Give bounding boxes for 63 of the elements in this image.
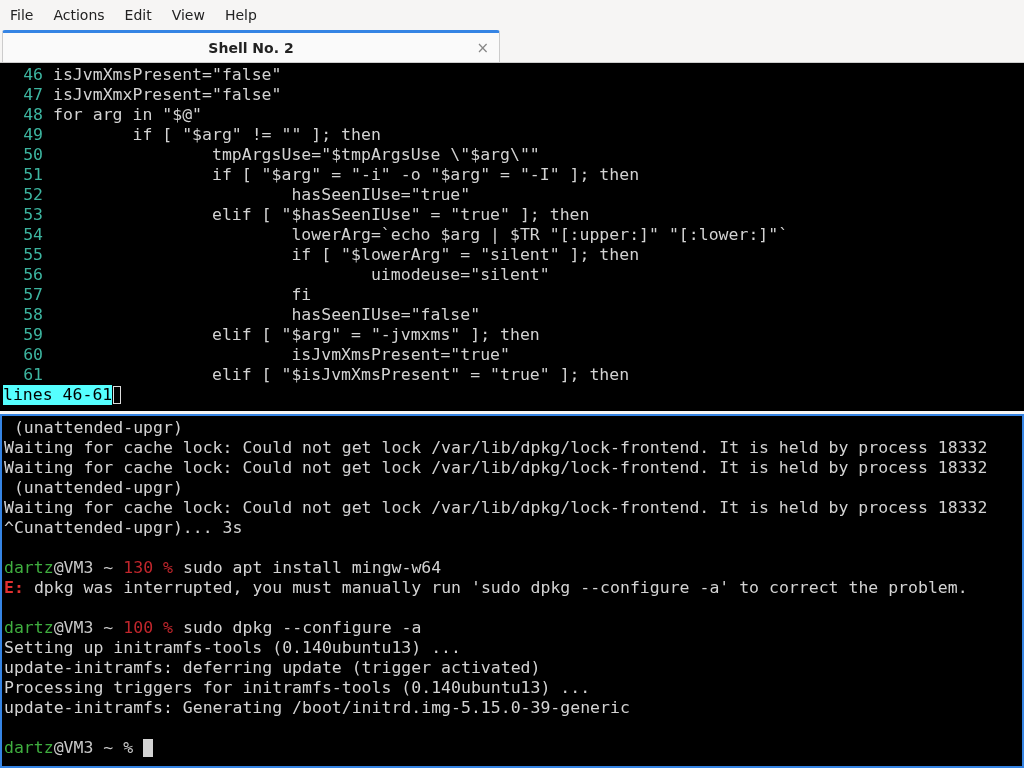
output-line: Waiting for cache lock: Could not get lock /var/lib/dpkg/lock-frontend. It is held by process 18332 (4, 438, 988, 458)
prompt-host: @VM3 ~ (53, 558, 114, 578)
prompt-symbol: % (123, 738, 134, 758)
output-line: (unattended-upgr) (12, 418, 183, 438)
line-number: 47 (22, 85, 43, 105)
menu-item[interactable]: View (171, 7, 205, 23)
code-line: fi (290, 285, 312, 305)
line-number: 56 (22, 265, 43, 285)
code-line: hasSeenIUse="true" (290, 185, 471, 205)
prompt-host: @VM3 ~ (53, 618, 114, 638)
prompt-user: dartz (4, 618, 54, 638)
line-number: 48 (22, 105, 43, 125)
code-line: hasSeenIUse="false" (290, 305, 481, 325)
output-line: Waiting for cache lock: Could not get lock /var/lib/dpkg/lock-frontend. It is held by process 18332 (4, 498, 988, 518)
code-line: tmpArgsUse="$tmpArgsUse \"$arg\"" (210, 145, 540, 165)
menu-item[interactable]: Help (224, 7, 257, 23)
menu-item[interactable]: Actions (53, 7, 105, 23)
pager-status: lines 46-61 (3, 385, 113, 405)
code-line: if [ "$lowerArg" = "silent" ]; then (290, 245, 640, 265)
line-number: 51 (22, 165, 43, 185)
line-number: 50 (22, 145, 43, 165)
code-line: elif [ "$isJvmXmsPresent" = "true" ]; then (210, 365, 630, 385)
output-line: Waiting for cache lock: Could not get lock /var/lib/dpkg/lock-frontend. It is held by process 18332 (4, 458, 988, 478)
code-line: uimodeuse="silent" (369, 265, 550, 285)
code-line: elif [ "$arg" = "-jvmxms" ]; then (210, 325, 540, 345)
line-number: 55 (22, 245, 43, 265)
output-line: update-initramfs: Generating /boot/initrd.img-5.15.0-39-generic (4, 698, 630, 718)
line-number: 59 (22, 325, 43, 345)
command-text: sudo dpkg --configure -a (182, 618, 422, 638)
output-line: ^Cunattended-upgr)... 3s (4, 518, 243, 538)
prompt-user: dartz (4, 738, 54, 758)
output-line: update-initramfs: deferring update (trigger activated) (4, 658, 541, 678)
code-line: if [ "$arg" != "" ]; then (131, 125, 381, 145)
code-line: if [ "$arg" = "-i" -o "$arg" = "-I" ]; then (210, 165, 640, 185)
code-line: isJvmXmxPresent="false" (53, 85, 282, 105)
output-line: (unattended-upgr) (12, 478, 183, 498)
menu-item[interactable]: Edit (124, 7, 152, 23)
command-text: sudo apt install mingw-w64 (182, 558, 442, 578)
error-tag: E: (4, 578, 24, 598)
line-number: 58 (22, 305, 43, 325)
terminal-tab[interactable]: Shell No. 2 × (2, 30, 500, 62)
menu-item[interactable]: File (10, 7, 34, 23)
code-line: for arg in "$@" (53, 105, 202, 125)
line-number: 60 (22, 345, 43, 365)
line-number: 54 (22, 225, 43, 245)
line-number: 53 (22, 205, 43, 225)
line-number: 52 (22, 185, 43, 205)
prompt-host: @VM3 ~ (53, 738, 114, 758)
exit-status: 100 % (123, 618, 173, 638)
line-number: 57 (22, 285, 43, 305)
text-cursor (113, 386, 122, 404)
code-line: elif [ "$hasSeenIUse" = "true" ]; then (210, 205, 590, 225)
code-line: isJvmXmsPresent="false" (53, 65, 282, 85)
output-line: Processing triggers for initramfs-tools (0.140ubuntu13) ... (4, 678, 591, 698)
line-number: 46 (22, 65, 43, 85)
prompt-user: dartz (4, 558, 54, 578)
code-line: lowerArg=`echo $arg | $TR "[:upper:]" "[:lower:]"` (290, 225, 789, 245)
error-message: dpkg was interrupted, you must manually run 'sudo dpkg --configure -a' to correct the problem. (33, 578, 968, 598)
line-number: 61 (22, 365, 43, 385)
output-line: Setting up initramfs-tools (0.140ubuntu13) ... (4, 638, 461, 658)
code-line: isJvmXmsPresent="true" (290, 345, 510, 365)
line-number: 49 (22, 125, 43, 145)
exit-status: 130 % (123, 558, 173, 578)
